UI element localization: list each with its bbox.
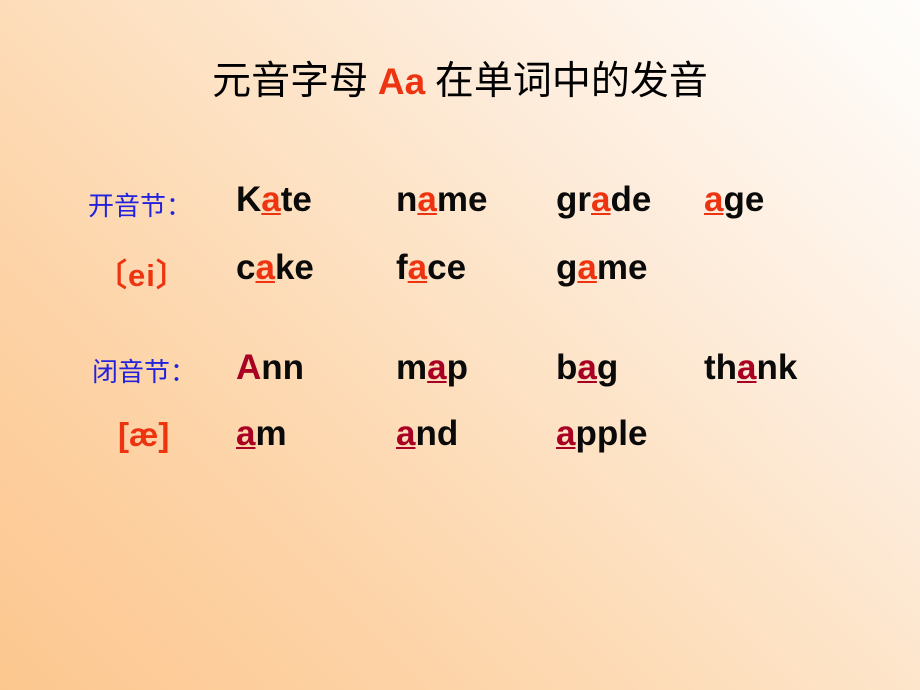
vowel-highlight: a [556, 414, 576, 453]
word-prefix: m [396, 348, 428, 387]
vowel-highlight: a [427, 348, 447, 387]
word-map: map [396, 348, 556, 388]
vowel-highlight: A [236, 348, 262, 387]
word-prefix: b [556, 348, 578, 387]
word-suffix: nn [261, 348, 305, 387]
word-ann: Ann [236, 348, 396, 388]
word-thank: thank [704, 348, 797, 388]
open-syllable-word-row-1: Kate name grade age [236, 180, 764, 220]
word-am: am [236, 414, 396, 454]
open-syllable-label: 开音节： [88, 192, 193, 221]
word-suffix: p [446, 348, 468, 387]
word-suffix: te [280, 180, 312, 219]
word-bag: bag [556, 348, 704, 388]
vowel-highlight: a [236, 414, 256, 453]
word-prefix: gr [556, 180, 591, 219]
word-prefix: th [704, 348, 738, 387]
title-highlight-aa: Aa [377, 61, 426, 102]
vowel-highlight: a [261, 180, 281, 219]
word-prefix: n [396, 180, 418, 219]
word-suffix: g [596, 348, 619, 387]
title-text-before: 元音字母 [212, 60, 378, 103]
phonetic-symbol-ae: [æ] [118, 416, 170, 453]
closed-syllable-label-row: 闭音节： [92, 352, 196, 389]
open-syllable-label-row: 开音节： [88, 186, 192, 223]
word-suffix: nk [756, 348, 798, 387]
word-suffix: ge [723, 180, 765, 219]
title-text-after: 在单词中的发音 [425, 60, 708, 103]
word-cake: cake [236, 248, 396, 288]
page-title: 元音字母 Aa 在单词中的发音 [0, 58, 920, 106]
vowel-highlight: a [407, 248, 428, 287]
word-suffix: me [436, 180, 488, 219]
word-and: and [396, 414, 556, 454]
vowel-highlight: a [591, 180, 611, 219]
closed-syllable-word-row-2: am and apple [236, 414, 704, 454]
word-prefix: g [556, 248, 578, 287]
word-name: name [396, 180, 556, 220]
word-prefix: K [236, 180, 262, 219]
word-suffix: nd [415, 414, 459, 453]
word-suffix: m [255, 414, 287, 453]
word-grade: grade [556, 180, 704, 220]
closed-syllable-phonetic-row: [æ] [118, 416, 169, 454]
open-syllable-phonetic-row: 〔ei〕 [96, 250, 188, 295]
word-apple: apple [556, 414, 704, 454]
vowel-highlight: a [577, 248, 597, 287]
vowel-highlight: a [577, 348, 597, 387]
word-suffix: me [596, 248, 648, 287]
vowel-highlight: a [396, 414, 416, 453]
word-prefix: f [396, 248, 408, 287]
word-age: age [704, 180, 764, 220]
word-kate: Kate [236, 180, 396, 220]
word-suffix: pple [575, 414, 648, 453]
vowel-highlight: a [417, 180, 437, 219]
word-game: game [556, 248, 704, 288]
vowel-highlight: a [704, 180, 724, 219]
word-suffix: ke [274, 248, 314, 287]
word-suffix: de [610, 180, 652, 219]
closed-syllable-word-row-1: Ann map bag thank [236, 348, 797, 388]
slide-canvas: 元音字母 Aa 在单词中的发音 开音节： 〔ei〕 Kate name grad… [0, 0, 920, 690]
word-suffix: ce [427, 248, 467, 287]
word-face: face [396, 248, 556, 288]
open-syllable-word-row-2: cake face game [236, 248, 704, 288]
word-prefix: c [236, 248, 256, 287]
closed-syllable-label: 闭音节： [92, 358, 197, 387]
vowel-highlight: a [737, 348, 757, 387]
vowel-highlight: a [255, 248, 275, 287]
phonetic-symbol-ei: 〔ei〕 [96, 258, 188, 293]
